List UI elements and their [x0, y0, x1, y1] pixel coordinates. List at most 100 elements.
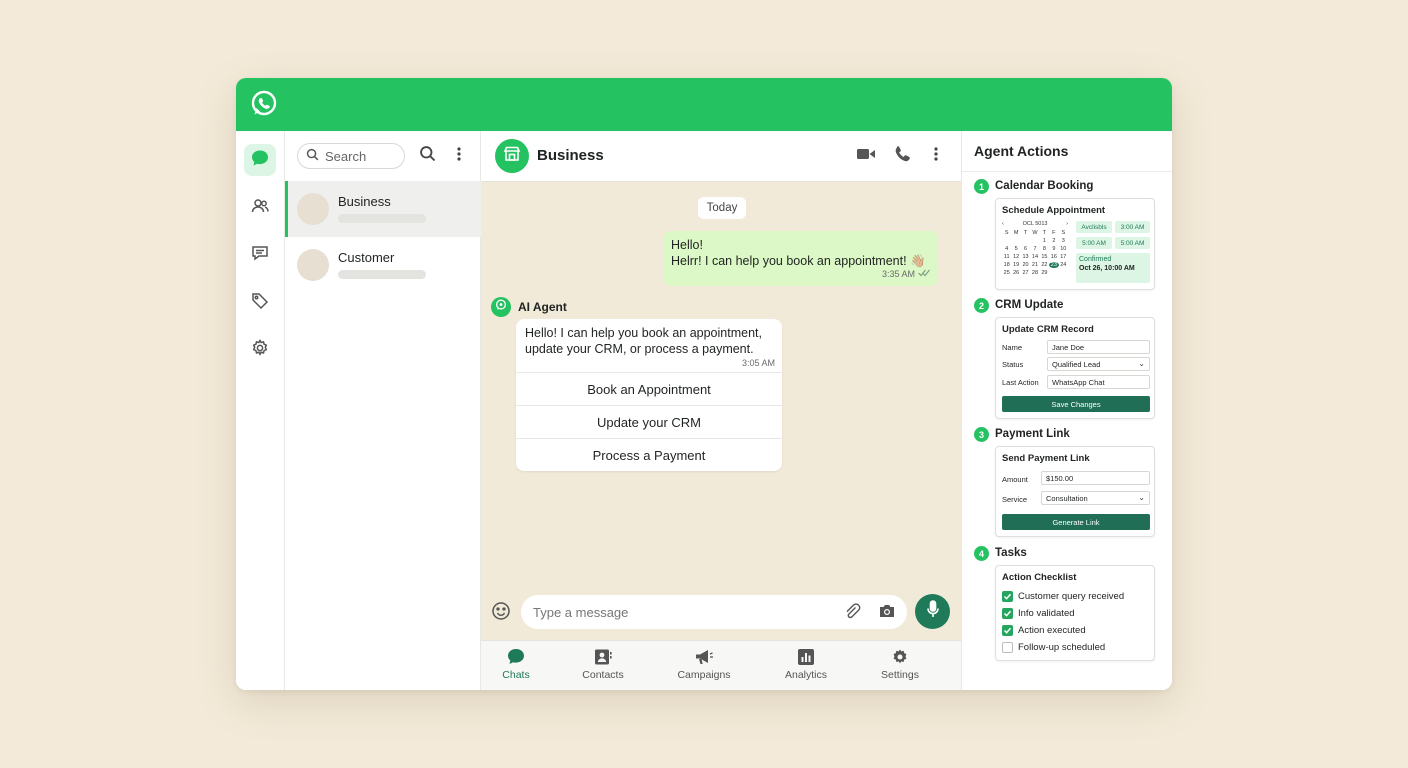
calendar-day[interactable]: 6 [1021, 246, 1030, 252]
calendar-day[interactable]: 11 [1002, 254, 1011, 260]
checkbox-checked-icon[interactable] [1002, 591, 1013, 602]
nav-campaigns[interactable]: Campaigns [664, 647, 744, 687]
business-avatar[interactable] [495, 139, 529, 173]
calendar-day[interactable]: 4 [1002, 246, 1011, 252]
calendar-day[interactable]: 5 [1011, 246, 1020, 252]
calendar-day[interactable]: 22 [1040, 262, 1049, 268]
card-title: Action Checklist [1002, 572, 1077, 583]
crm-name-field[interactable]: Jane Doe [1047, 340, 1150, 354]
calendar-day[interactable]: 18 [1002, 262, 1011, 268]
phone-icon [893, 145, 911, 168]
amount-field[interactable]: $150.00 [1041, 471, 1150, 485]
calendar-day[interactable]: 9 [1049, 246, 1058, 252]
calendar-day[interactable]: 3 [1059, 238, 1068, 244]
time-slot[interactable]: Avclisbls [1076, 221, 1112, 233]
field-label: Status [1002, 360, 1024, 369]
conversation-menu-button[interactable] [925, 145, 947, 167]
calendar-day[interactable]: 15 [1040, 254, 1049, 260]
calendar-day[interactable]: 20 [1021, 262, 1030, 268]
search-button[interactable] [416, 145, 438, 167]
calendar-day[interactable]: 24 [1059, 262, 1068, 268]
calendar-day[interactable]: 2 [1049, 238, 1058, 244]
checklist-item[interactable]: Customer query received [1002, 590, 1124, 603]
rail-chats-button[interactable] [244, 144, 276, 176]
attach-button[interactable] [843, 602, 861, 621]
chat-item-name: Customer [338, 250, 395, 265]
calendar-day[interactable]: 28 [1030, 270, 1039, 276]
rail-settings-button[interactable] [244, 334, 276, 366]
step-title: Calendar Booking [995, 180, 1094, 192]
voice-call-button[interactable] [891, 145, 913, 167]
calendar-day[interactable]: 10 [1059, 246, 1068, 252]
chevron-right-icon[interactable]: › [1066, 221, 1068, 227]
message-time: 3:35 AM [881, 269, 915, 279]
generate-link-button[interactable]: Generate Link [1002, 514, 1150, 530]
nav-contacts[interactable]: Contacts [563, 647, 643, 687]
crm-status-select[interactable]: Qualified Lead ⌄ [1047, 357, 1150, 371]
save-changes-button[interactable]: Save Changes [1002, 396, 1150, 412]
app-window: Search Business Customer Business Today … [236, 78, 1172, 690]
card-title: Send Payment Link [1002, 453, 1090, 464]
message-input[interactable]: Type a message [521, 595, 907, 629]
checklist-item[interactable]: Info validated [1002, 607, 1075, 620]
rail-messages-button[interactable] [244, 239, 276, 271]
calendar-booking-card: Schedule Appointment ‹ OCL 5013 › SMTWTF… [995, 198, 1155, 290]
checkbox-checked-icon[interactable] [1002, 608, 1013, 619]
calendar-day[interactable]: 1 [1040, 238, 1049, 244]
nav-settings[interactable]: Settings [860, 647, 940, 687]
camera-button[interactable] [878, 603, 896, 621]
checklist-item[interactable]: Follow-up scheduled [1002, 641, 1105, 654]
calendar-day[interactable]: 26 [1011, 270, 1020, 276]
bottom-navigation: Chats Contacts Campaigns Analytics Setti… [481, 640, 961, 690]
storefront-icon [502, 144, 522, 169]
top-bar [236, 78, 1172, 131]
rail-tags-button[interactable] [244, 287, 276, 319]
calendar-day[interactable]: 16 [1049, 254, 1058, 260]
calendar-day[interactable]: 23 [1049, 262, 1059, 268]
calendar-day[interactable]: 13 [1021, 254, 1030, 260]
nav-label: Contacts [582, 669, 624, 681]
calendar-day[interactable]: 19 [1011, 262, 1020, 268]
chevron-left-icon[interactable]: ‹ [1002, 221, 1004, 227]
chat-item-business[interactable]: Business [285, 181, 481, 237]
video-call-button[interactable] [855, 145, 877, 167]
chevron-down-icon: ⌄ [1138, 493, 1145, 502]
calendar-day [1002, 238, 1011, 244]
voice-message-button[interactable] [915, 594, 950, 629]
microphone-icon [926, 600, 940, 623]
checklist-item[interactable]: Action executed [1002, 624, 1086, 637]
calendar-day[interactable]: 21 [1030, 262, 1039, 268]
field-value: $150.00 [1046, 473, 1074, 483]
quick-reply-update-crm[interactable]: Update your CRM [516, 405, 782, 438]
checkbox-checked-icon[interactable] [1002, 625, 1013, 636]
crm-last-action-field[interactable]: WhatsApp Chat [1047, 375, 1150, 389]
calendar-day[interactable]: 17 [1059, 254, 1068, 260]
quick-reply-process-payment[interactable]: Process a Payment [516, 438, 782, 471]
calendar-weekday: W [1032, 230, 1038, 236]
calendar-day[interactable]: 7 [1030, 246, 1039, 252]
calendar-day[interactable]: 27 [1021, 270, 1030, 276]
time-slot[interactable]: 3:00 AM [1115, 221, 1150, 233]
calendar-day[interactable]: 14 [1030, 254, 1039, 260]
calendar-month: OCL 5013 [1022, 221, 1048, 227]
quick-reply-book-appointment[interactable]: Book an Appointment [516, 372, 782, 405]
chatlist-menu-button[interactable] [448, 145, 470, 167]
time-slot[interactable]: 5:00 AM [1076, 237, 1112, 249]
calendar-weekday: M [1013, 230, 1019, 236]
nav-chats[interactable]: Chats [476, 647, 556, 687]
gear-icon [890, 647, 910, 667]
time-slot[interactable]: 5:00 AM [1115, 237, 1150, 249]
calendar-day[interactable]: 29 [1040, 270, 1049, 276]
calendar-day[interactable]: 12 [1011, 254, 1020, 260]
emoji-button[interactable] [491, 601, 513, 623]
chat-item-customer[interactable]: Customer [285, 237, 481, 293]
calendar-day[interactable]: 25 [1002, 270, 1011, 276]
rail-contacts-button[interactable] [244, 192, 276, 224]
checkbox-empty-icon[interactable] [1002, 642, 1013, 653]
crm-update-card: Update CRM Record Name Jane Doe Status Q… [995, 317, 1155, 419]
nav-analytics[interactable]: Analytics [766, 647, 846, 687]
calendar-day[interactable]: 8 [1040, 246, 1049, 252]
card-title: Schedule Appointment [1002, 205, 1106, 216]
service-select[interactable]: Consultation ⌄ [1041, 491, 1150, 505]
search-input[interactable]: Search [297, 143, 405, 169]
